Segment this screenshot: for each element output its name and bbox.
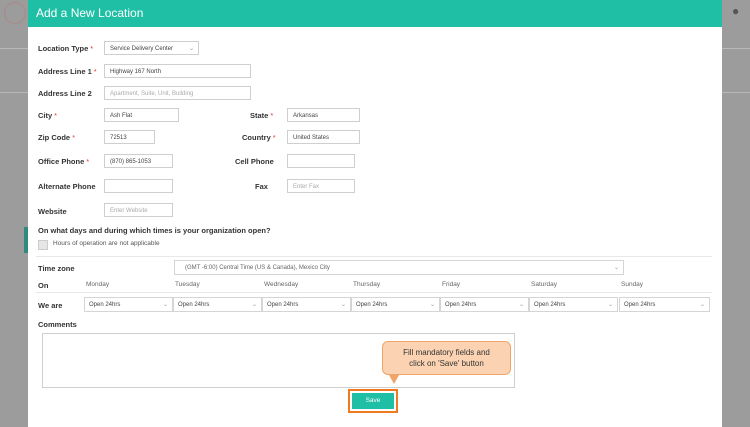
address-line-1-input[interactable]: Highway 167 North [104, 64, 251, 78]
hours-not-applicable-checkbox[interactable] [38, 240, 48, 250]
timezone-label: Time zone [38, 264, 75, 273]
alternate-phone-input[interactable] [104, 179, 173, 193]
on-label: On [38, 281, 49, 290]
we-are-label: We are [38, 301, 63, 310]
modal-title: Add a New Location [28, 0, 722, 27]
chevron-down-icon: ⌄ [607, 302, 613, 308]
zip-code-input[interactable]: 72513 [104, 130, 155, 144]
fax-label: Fax [255, 182, 268, 191]
day-label-tuesday: Tuesday [175, 281, 200, 288]
city-input[interactable]: Ash Flat [104, 108, 179, 122]
alternate-phone-label: Alternate Phone [38, 182, 96, 191]
callout-line-1: Fill mandatory fields and [403, 348, 490, 357]
chevron-down-icon: ⌄ [699, 302, 705, 308]
address-line-1-label: Address Line 1 * [38, 67, 97, 76]
callout-line-2: click on 'Save' button [409, 359, 484, 368]
chevron-down-icon: ⌄ [613, 265, 619, 271]
address-line-2-label: Address Line 2 [38, 89, 92, 98]
chevron-down-icon: ⌄ [162, 302, 168, 308]
state-label: State * [250, 111, 274, 120]
callout-arrow [389, 375, 399, 384]
location-type-select[interactable]: Service Delivery Center ⌄ [104, 41, 199, 55]
hours-select-sunday[interactable]: Open 24hrs ⌄ [619, 297, 710, 312]
cell-phone-label: Cell Phone [235, 157, 274, 166]
background-divider [0, 48, 28, 49]
day-label-saturday: Saturday [531, 281, 558, 288]
chevron-down-icon: ⌄ [251, 302, 257, 308]
chevron-down-icon: ⌄ [340, 302, 346, 308]
hours-select-wednesday[interactable]: Open 24hrs ⌄ [262, 297, 351, 312]
city-label: City * [38, 111, 58, 120]
day-label-friday: Friday [442, 281, 461, 288]
office-phone-label: Office Phone * [38, 157, 90, 166]
chevron-down-icon: ⌄ [188, 46, 194, 52]
divider [36, 256, 712, 257]
cell-phone-input[interactable] [287, 154, 355, 168]
hours-question: On what days and during which times is y… [38, 226, 271, 235]
day-label-thursday: Thursday [353, 281, 381, 288]
fax-input[interactable]: Enter Fax [287, 179, 355, 193]
save-button[interactable]: Save [352, 393, 394, 409]
address-line-2-input[interactable]: Apartment, Suite, Unit, Building [104, 86, 251, 100]
hours-select-tuesday[interactable]: Open 24hrs ⌄ [173, 297, 262, 312]
website-input[interactable]: Enter Website [104, 203, 173, 217]
office-phone-input[interactable]: (870) 865-1053 [104, 154, 173, 168]
background-divider [722, 48, 750, 49]
background-divider [722, 92, 750, 93]
divider [36, 292, 712, 293]
hours-select-thursday[interactable]: Open 24hrs ⌄ [351, 297, 440, 312]
timezone-select[interactable]: (GMT -6:00) Central Time (US & Canada), … [174, 260, 624, 275]
user-icon: ● [732, 4, 740, 18]
day-label-wednesday: Wednesday [264, 281, 299, 288]
chevron-down-icon: ⌄ [429, 302, 435, 308]
zip-code-label: Zip Code * [38, 133, 76, 142]
country-input[interactable]: United States [287, 130, 360, 144]
background-right-panel [722, 0, 750, 427]
country-label: Country * [242, 133, 276, 142]
day-label-monday: Monday [86, 281, 110, 288]
chevron-down-icon: ⌄ [518, 302, 524, 308]
add-location-modal: Add a New Location Location Type * Servic… [28, 0, 722, 427]
hours-not-applicable-label: Hours of operation are not applicable [53, 240, 160, 247]
location-type-label: Location Type * [38, 44, 94, 53]
website-label: Website [38, 207, 67, 216]
background-left-panel [0, 0, 28, 427]
app-logo-icon [4, 2, 26, 24]
background-divider [0, 92, 28, 93]
hours-select-monday[interactable]: Open 24hrs ⌄ [84, 297, 173, 312]
hours-select-saturday[interactable]: Open 24hrs ⌄ [529, 297, 618, 312]
state-input[interactable]: Arkansas [287, 108, 360, 122]
day-label-sunday: Sunday [621, 281, 644, 288]
instruction-callout: Fill mandatory fields and click on 'Save… [382, 341, 511, 375]
comments-label: Comments [38, 320, 77, 329]
hours-select-friday[interactable]: Open 24hrs ⌄ [440, 297, 529, 312]
